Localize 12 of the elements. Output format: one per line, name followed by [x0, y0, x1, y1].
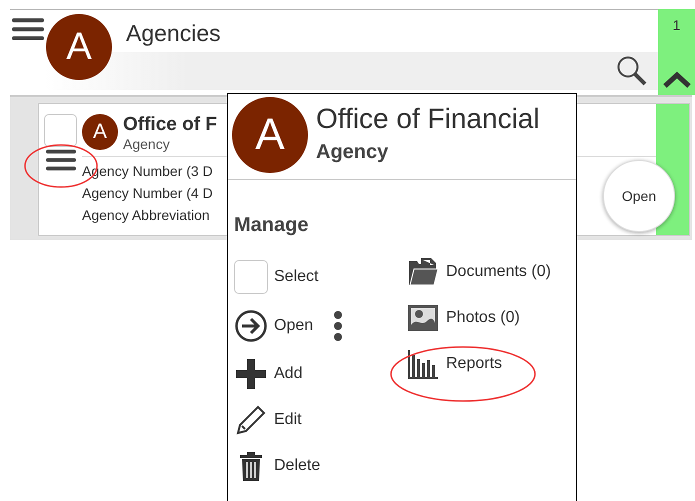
card-subtitle: Agency: [123, 136, 171, 152]
page-title: Agencies: [125, 19, 222, 48]
field-label: Agency Number (4 D: [82, 185, 213, 201]
menu-subtitle: Agency: [316, 140, 390, 164]
card-title: Office of F: [123, 114, 217, 136]
count: 1: [672, 17, 680, 33]
avatar: A: [46, 14, 112, 80]
avatar: A: [82, 114, 118, 150]
avatar: A: [232, 97, 308, 173]
menu-title: Office of Financial: [316, 102, 540, 135]
field-label: Agency Abbreviation: [82, 207, 211, 223]
section-heading: Manage: [233, 213, 310, 237]
